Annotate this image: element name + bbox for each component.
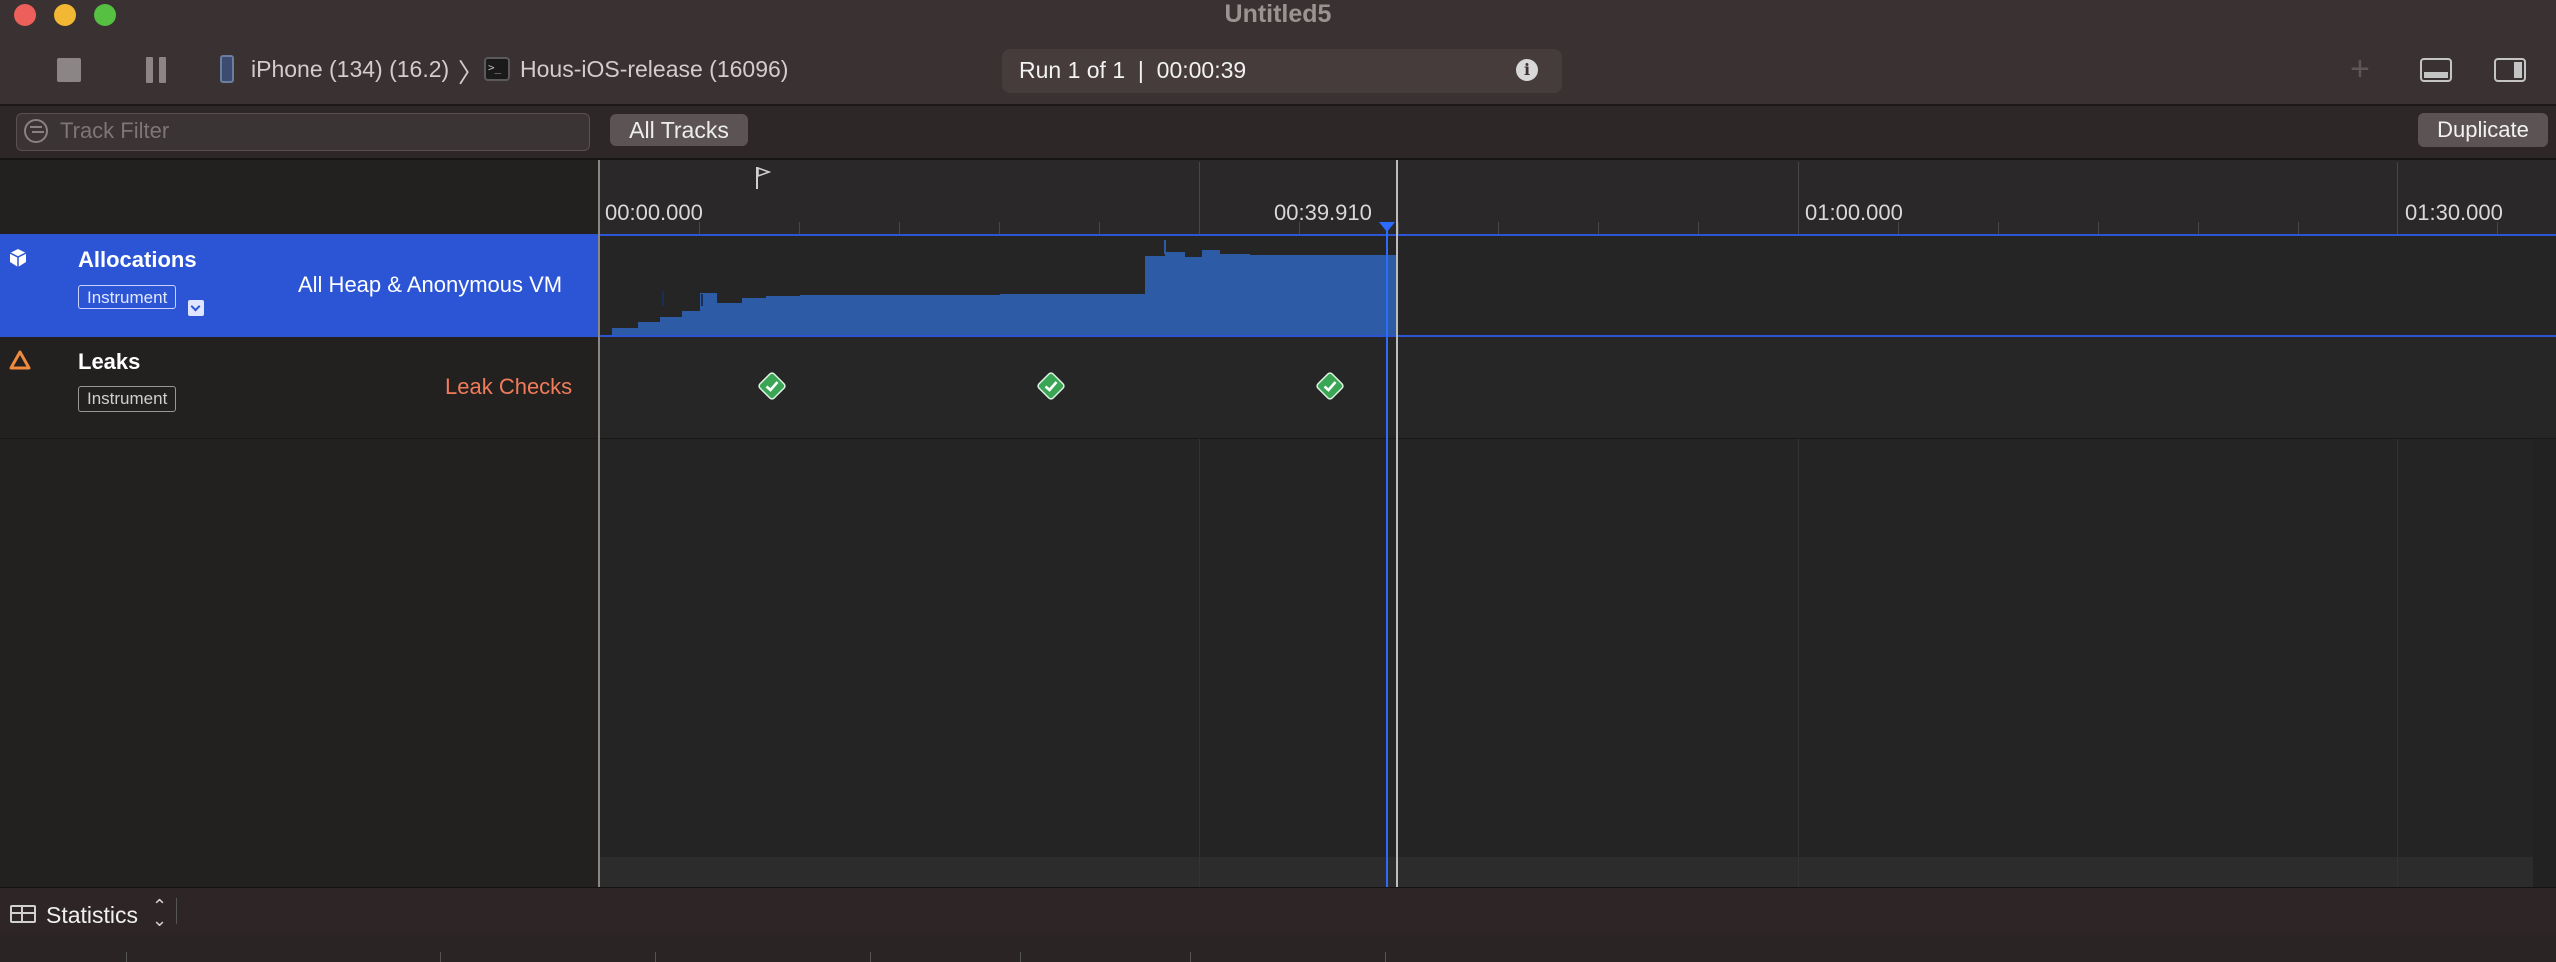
target-selector[interactable]: Hous-iOS-release (16096) [520,56,788,83]
leak-check-passed-icon[interactable] [757,371,787,401]
ruler-minor-tick [2098,222,2099,234]
phone-icon [220,55,234,83]
chevron-down-icon[interactable] [188,300,204,316]
device-selector[interactable]: iPhone (134) (16.2) [251,56,449,83]
leak-check-passed-icon[interactable] [1315,371,1345,401]
bottom-panel-icon[interactable] [2420,58,2452,82]
cube-icon [9,249,27,267]
divider [176,898,177,924]
leaks-track-graph[interactable] [600,337,2556,439]
filter-icon [24,119,48,143]
track-name: Allocations [78,247,197,272]
allocations-track-graph[interactable] [600,234,2556,337]
column-divider[interactable] [655,952,656,962]
up-down-chevron-icon[interactable]: ⌃ ⌄ [152,897,167,929]
ruler-minor-tick [1498,222,1499,234]
playhead[interactable] [1386,222,1388,887]
detail-view-selector[interactable]: Statistics [46,902,138,929]
ruler-label: 01:00.000 [1805,200,1903,225]
column-divider[interactable] [440,952,441,962]
ruler-label: 01:30.000 [2405,200,2503,225]
ruler-minor-tick [899,222,900,234]
ruler-major-tick [1798,162,1799,234]
ruler-major-tick [2397,162,2398,234]
detail-table-header [0,933,2556,962]
column-divider[interactable] [1385,952,1386,962]
ruler-minor-tick [799,222,800,234]
pause-icon[interactable] [146,57,166,83]
chevron-right-icon: 〉 [458,58,485,88]
ruler-minor-tick [1698,222,1699,234]
timeline-ruler[interactable] [599,160,2556,235]
flag-icon[interactable] [755,166,771,190]
detail-bar [0,887,2556,933]
table-icon [10,905,36,923]
warning-triangle-icon [9,350,31,370]
timeline-start-line [598,160,600,887]
ruler-minor-tick [999,222,1000,234]
track-filter-placeholder: Track Filter [60,118,170,143]
all-tracks-button[interactable]: All Tracks [610,114,748,146]
ruler-minor-tick [1099,222,1100,234]
allocations-graph [612,240,1397,335]
track-detail-selector[interactable]: All Heap & Anonymous VM [298,272,562,298]
window-title: Untitled5 [1224,0,1332,28]
track-name: Leaks [78,349,141,374]
instrument-badge: Instrument [78,285,177,309]
info-icon[interactable]: i [1516,59,1538,81]
track-detail-selector[interactable]: Leak Checks [445,374,572,400]
run-status-text: Run 1 of 1 | 00:00:39 [1019,57,1247,83]
stop-icon[interactable] [57,58,81,82]
terminal-icon: >_ [484,57,510,81]
ruler-major-tick [1199,162,1200,234]
ruler-label: 00:00.000 [605,200,703,225]
ruler-minor-tick [1998,222,1999,234]
timeline-scrollbar[interactable] [599,857,2533,887]
ruler-label: 00:39.910 [1274,200,1372,225]
right-panel-icon[interactable] [2494,58,2526,82]
playhead-handle[interactable] [1379,222,1395,232]
duplicate-button[interactable]: Duplicate [2418,113,2548,147]
ruler-minor-tick [2298,222,2299,234]
add-icon[interactable]: + [2350,52,2370,86]
column-divider[interactable] [1020,952,1021,962]
column-divider[interactable] [1190,952,1191,962]
ruler-minor-tick [2198,222,2199,234]
instrument-badge: Instrument [78,386,177,412]
column-divider[interactable] [870,952,871,962]
ruler-minor-tick [1598,222,1599,234]
ruler-minor-tick [1398,222,1399,234]
column-divider[interactable] [126,952,127,962]
recording-end-line [1396,160,1398,887]
leak-check-passed-icon[interactable] [1036,371,1066,401]
